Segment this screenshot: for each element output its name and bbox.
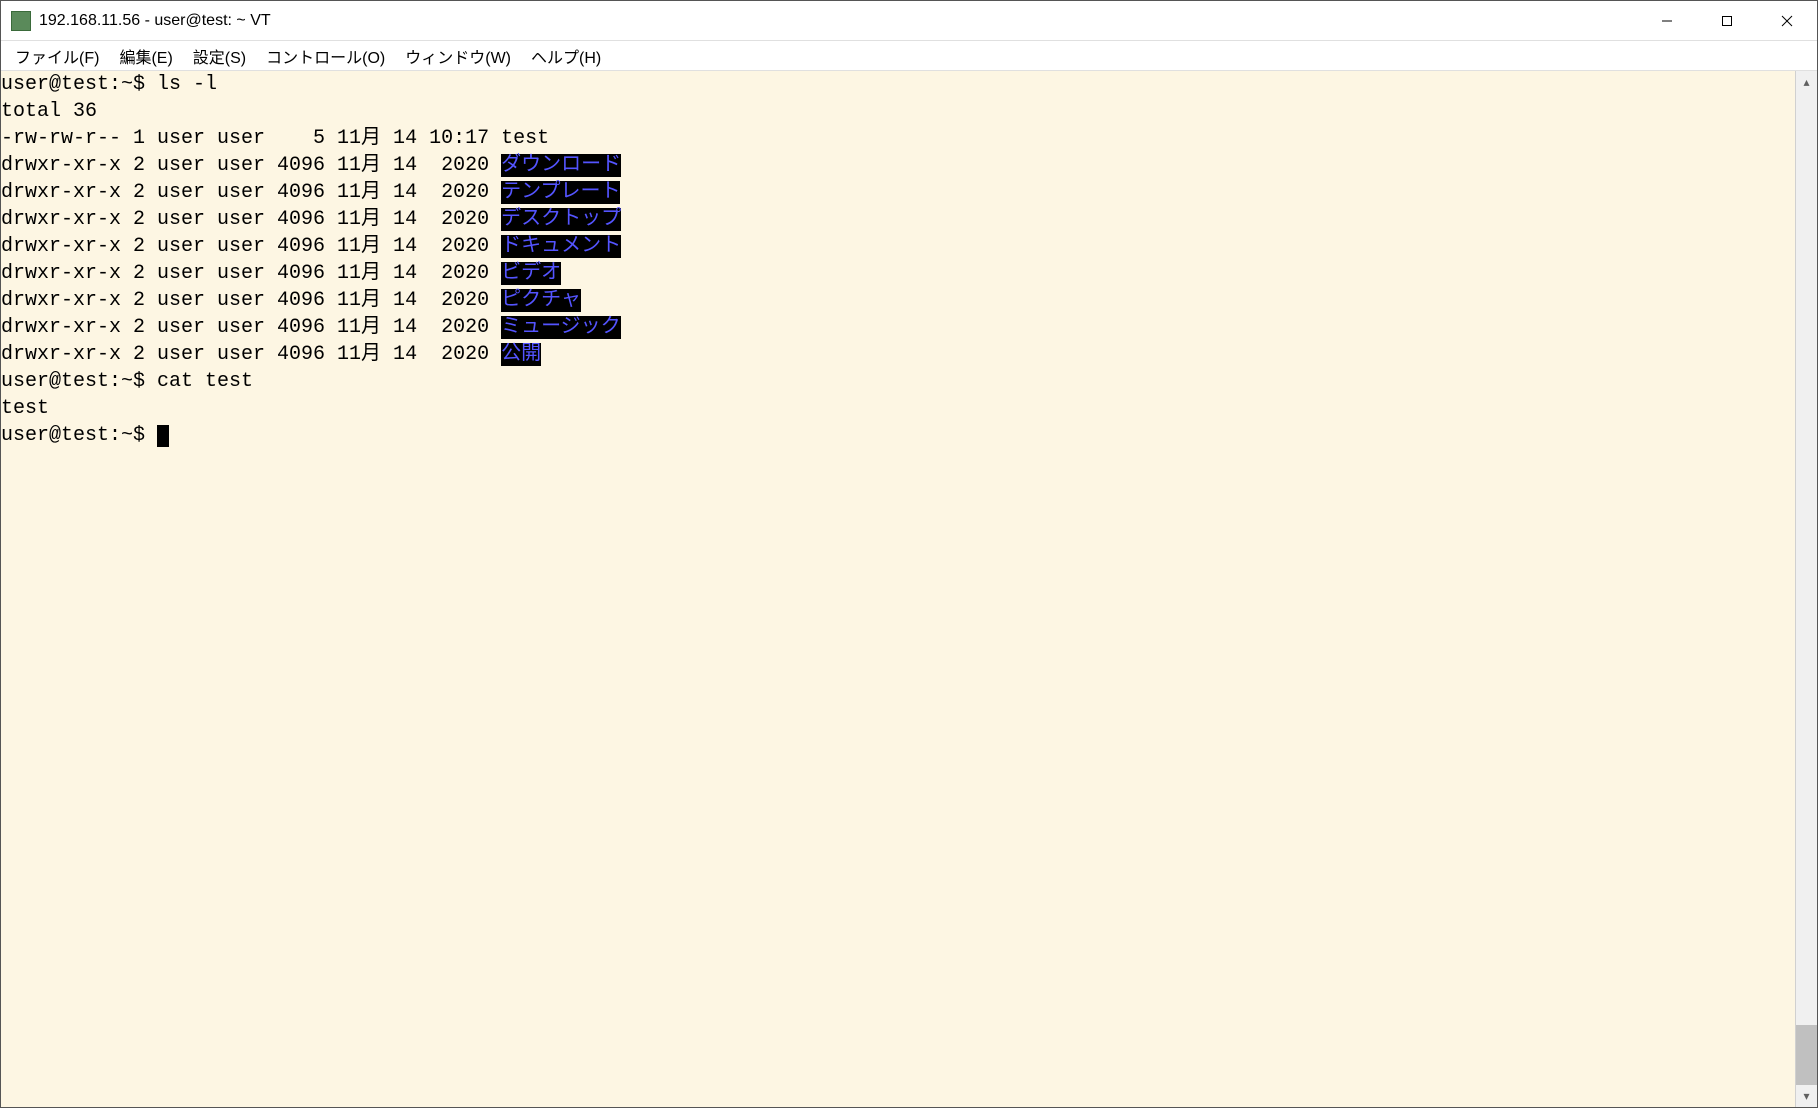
file-name: test (501, 127, 549, 150)
maximize-icon (1721, 15, 1733, 27)
ls-row: -rw-rw-r-- 1 user user 5 11月 14 10:17 te… (1, 125, 1795, 152)
prompt-line: user@test:~$ cat test (1, 368, 1795, 395)
cursor (157, 425, 169, 447)
directory-name: ビデオ (501, 262, 561, 285)
output-line: test (1, 395, 1795, 422)
titlebar[interactable]: 192.168.11.56 - user@test: ~ VT (1, 1, 1817, 41)
scroll-down-icon[interactable]: ▾ (1796, 1085, 1817, 1107)
menu-edit[interactable]: 編集(E) (109, 41, 182, 71)
ls-row: drwxr-xr-x 2 user user 4096 11月 14 2020 … (1, 341, 1795, 368)
directory-name: ドキュメント (501, 235, 621, 258)
ls-row: drwxr-xr-x 2 user user 4096 11月 14 2020 … (1, 206, 1795, 233)
menu-file[interactable]: ファイル(F) (5, 41, 109, 71)
app-icon (11, 11, 31, 31)
scroll-track[interactable] (1796, 93, 1817, 1085)
directory-name: ミュージック (501, 316, 621, 339)
minimize-icon (1661, 15, 1673, 27)
close-icon (1781, 15, 1793, 27)
window-title: 192.168.11.56 - user@test: ~ VT (39, 12, 1637, 30)
directory-name: ピクチャ (501, 289, 581, 312)
minimize-button[interactable] (1637, 1, 1697, 41)
prompt-line: user@test:~$ (1, 422, 1795, 449)
directory-name: デスクトップ (501, 208, 621, 231)
ls-row: drwxr-xr-x 2 user user 4096 11月 14 2020 … (1, 152, 1795, 179)
terminal-area: user@test:~$ ls -ltotal 36-rw-rw-r-- 1 u… (1, 71, 1817, 1107)
prompt-line: user@test:~$ ls -l (1, 71, 1795, 98)
ls-row: drwxr-xr-x 2 user user 4096 11月 14 2020 … (1, 287, 1795, 314)
directory-name: ダウンロード (501, 154, 621, 177)
app-window: 192.168.11.56 - user@test: ~ VT ファイル(F) … (0, 0, 1818, 1108)
menu-control[interactable]: コントロール(O) (256, 41, 395, 71)
ls-row: drwxr-xr-x 2 user user 4096 11月 14 2020 … (1, 233, 1795, 260)
ls-row: drwxr-xr-x 2 user user 4096 11月 14 2020 … (1, 260, 1795, 287)
ls-row: drwxr-xr-x 2 user user 4096 11月 14 2020 … (1, 314, 1795, 341)
ls-row: drwxr-xr-x 2 user user 4096 11月 14 2020 … (1, 179, 1795, 206)
output-line: total 36 (1, 98, 1795, 125)
close-button[interactable] (1757, 1, 1817, 41)
menubar: ファイル(F) 編集(E) 設定(S) コントロール(O) ウィンドウ(W) ヘ… (1, 41, 1817, 71)
scroll-up-icon[interactable]: ▴ (1796, 71, 1817, 93)
directory-name: 公開 (501, 343, 541, 366)
menu-help[interactable]: ヘルプ(H) (521, 41, 611, 71)
window-controls (1637, 1, 1817, 41)
menu-window[interactable]: ウィンドウ(W) (395, 41, 521, 71)
maximize-button[interactable] (1697, 1, 1757, 41)
scrollbar[interactable]: ▴ ▾ (1795, 71, 1817, 1107)
terminal[interactable]: user@test:~$ ls -ltotal 36-rw-rw-r-- 1 u… (1, 71, 1795, 1107)
directory-name: テンプレート (501, 181, 620, 204)
scroll-thumb[interactable] (1796, 1025, 1817, 1085)
menu-setup[interactable]: 設定(S) (183, 41, 256, 71)
